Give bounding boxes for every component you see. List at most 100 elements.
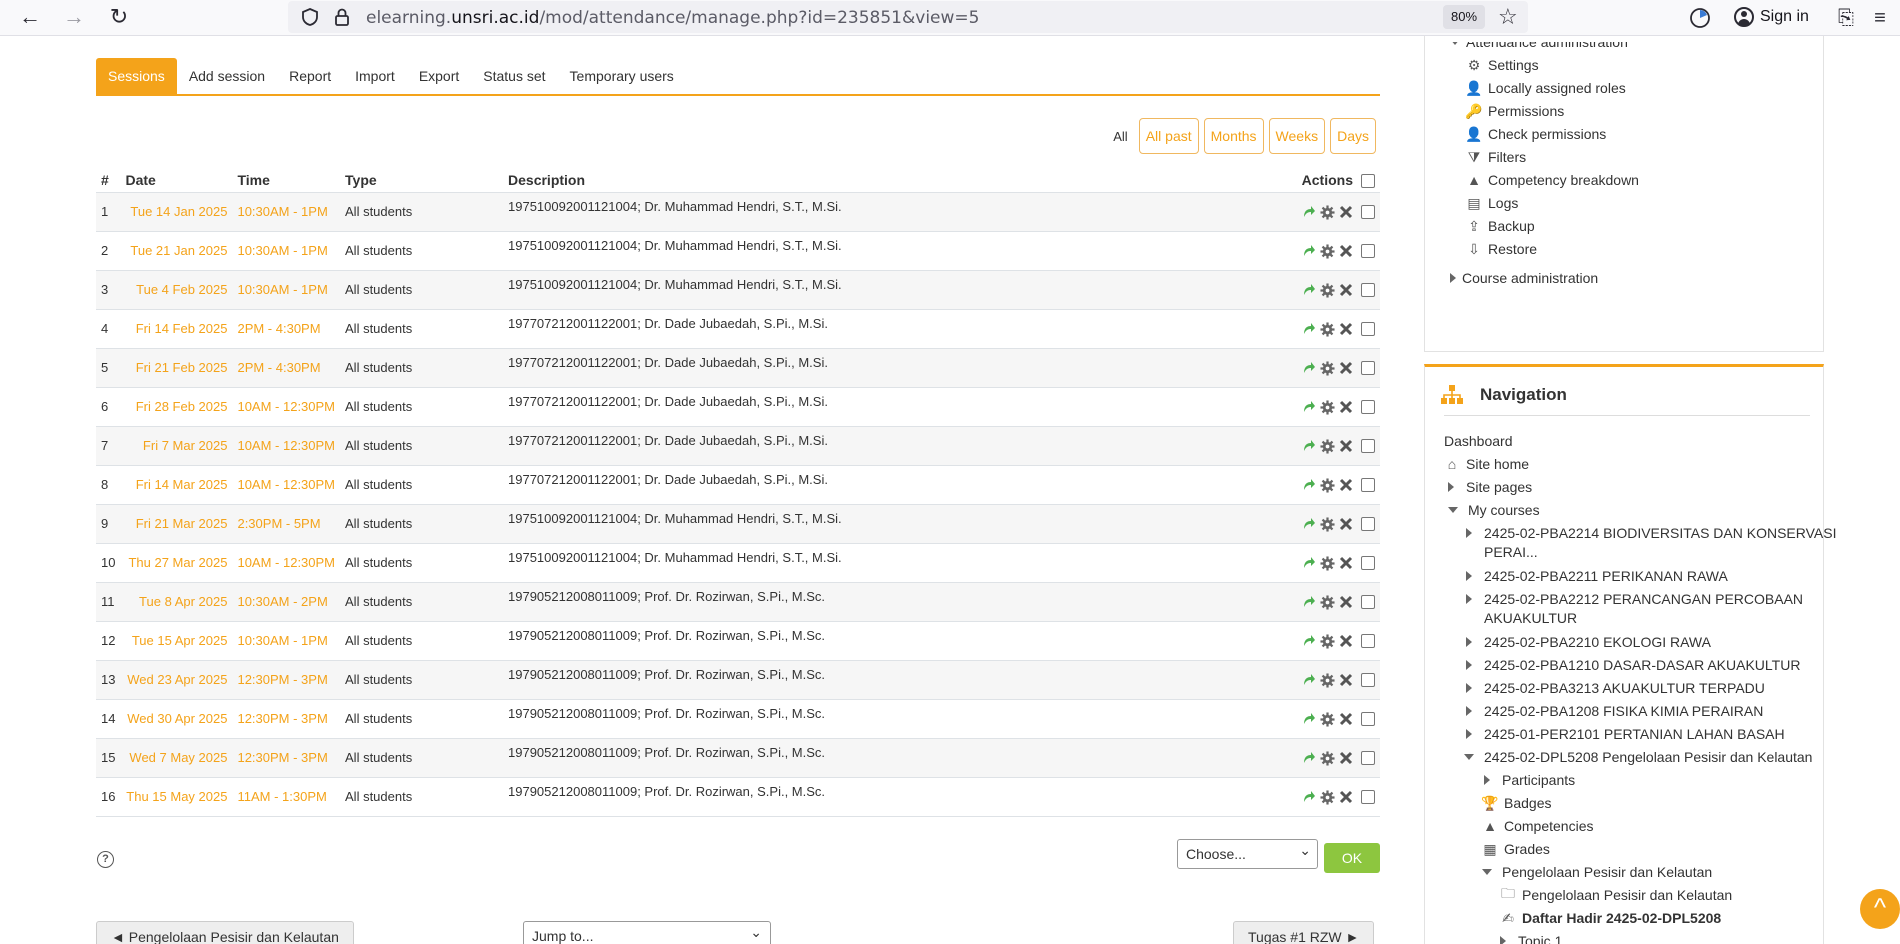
admin-item-restore[interactable]: ⇩ Restore xyxy=(1466,241,1537,258)
nav-course-item[interactable]: 2425-02-PBA2211 PERIKANAN RAWA xyxy=(1466,568,1728,584)
lock-icon[interactable] xyxy=(333,7,351,27)
badges-node[interactable]: 🏆 Badges xyxy=(1481,795,1551,812)
view-days-button[interactable]: Days xyxy=(1330,118,1376,154)
session-date-link[interactable]: Fri 7 Mar 2025 xyxy=(120,426,233,466)
gear-icon[interactable] xyxy=(1320,595,1335,610)
session-date-link[interactable]: Fri 14 Mar 2025 xyxy=(120,465,233,505)
delete-x-icon[interactable] xyxy=(1339,751,1353,765)
gear-icon[interactable] xyxy=(1320,751,1335,766)
session-checkbox[interactable] xyxy=(1361,244,1375,259)
nav-topic[interactable]: Topic 1 xyxy=(1500,933,1562,944)
gear-icon[interactable] xyxy=(1320,556,1335,571)
gear-icon[interactable] xyxy=(1320,361,1335,376)
session-time-link[interactable]: 12:30PM - 3PM xyxy=(232,660,341,700)
nav-section[interactable]: Pengelolaan Pesisir dan Kelautan xyxy=(1482,864,1712,880)
session-time-link[interactable]: 10:30AM - 1PM xyxy=(232,621,341,661)
sign-in-button[interactable]: Sign in xyxy=(1726,2,1819,32)
session-date-link[interactable]: Tue 4 Feb 2025 xyxy=(120,270,233,310)
scroll-to-top-button[interactable]: ^ xyxy=(1860,889,1900,929)
admin-item-filters[interactable]: ⧩ Filters xyxy=(1466,149,1526,166)
nav-course-item[interactable]: 2425-02-PBA2212 PERANCANGAN PERCOBAAN xyxy=(1466,591,1803,607)
take-attendance-icon[interactable] xyxy=(1302,361,1316,375)
session-date-link[interactable]: Fri 21 Feb 2025 xyxy=(120,348,233,388)
tab-status-set[interactable]: Status set xyxy=(471,58,557,94)
url-text[interactable]: elearning.unsri.ac.id/mod/attendance/man… xyxy=(366,8,979,28)
session-checkbox[interactable] xyxy=(1361,283,1375,298)
nav-section-item[interactable]: 🗀 Pengelolaan Pesisir dan Kelautan xyxy=(1500,885,1732,903)
session-date-link[interactable]: Tue 14 Jan 2025 xyxy=(120,192,233,232)
session-time-link[interactable]: 12:30PM - 3PM xyxy=(232,738,341,778)
delete-x-icon[interactable] xyxy=(1339,595,1353,609)
shield-icon[interactable] xyxy=(300,7,320,27)
session-date-link[interactable]: Wed 23 Apr 2025 xyxy=(120,660,233,700)
session-time-link[interactable]: 2:30PM - 5PM xyxy=(232,504,341,544)
session-date-link[interactable]: Fri 28 Feb 2025 xyxy=(120,387,233,427)
gear-icon[interactable] xyxy=(1320,517,1335,532)
zoom-indicator[interactable]: 80% xyxy=(1443,5,1486,29)
session-date-link[interactable]: Fri 14 Feb 2025 xyxy=(120,309,233,349)
delete-x-icon[interactable] xyxy=(1339,517,1353,531)
delete-x-icon[interactable] xyxy=(1339,439,1353,453)
view-all-past-button[interactable]: All past xyxy=(1138,118,1199,154)
take-attendance-icon[interactable] xyxy=(1302,595,1316,609)
session-checkbox[interactable] xyxy=(1361,517,1375,532)
session-date-link[interactable]: Wed 30 Apr 2025 xyxy=(120,699,233,739)
col-time[interactable]: Time xyxy=(232,168,341,193)
nav-course-item[interactable]: 2425-01-PER2101 PERTANIAN LAHAN BASAH xyxy=(1466,726,1785,742)
take-attendance-icon[interactable] xyxy=(1302,673,1316,687)
delete-x-icon[interactable] xyxy=(1339,790,1353,804)
take-attendance-icon[interactable] xyxy=(1302,400,1316,414)
session-time-link[interactable]: 11AM - 1:30PM xyxy=(232,777,341,817)
prev-activity-link[interactable]: ◄ Pengelolaan Pesisir dan Kelautan xyxy=(96,921,354,944)
session-checkbox[interactable] xyxy=(1361,478,1375,493)
grades-node[interactable]: ▦ Grades xyxy=(1482,841,1550,858)
reload-icon[interactable]: ↻ xyxy=(104,2,134,32)
take-attendance-icon[interactable] xyxy=(1302,205,1316,219)
delete-x-icon[interactable] xyxy=(1339,400,1353,414)
help-icon[interactable]: ? xyxy=(97,851,114,868)
admin-item-logs[interactable]: ▤ Logs xyxy=(1466,195,1518,212)
admin-item-permissions[interactable]: 🔑 Permissions xyxy=(1465,103,1564,120)
nav-site-pages[interactable]: Site pages xyxy=(1448,479,1532,495)
delete-x-icon[interactable] xyxy=(1339,634,1353,648)
session-checkbox[interactable] xyxy=(1361,400,1375,415)
gear-icon[interactable] xyxy=(1320,205,1335,220)
session-time-link[interactable]: 2PM - 4:30PM xyxy=(232,309,341,349)
take-attendance-icon[interactable] xyxy=(1302,556,1316,570)
tab-temporary-users[interactable]: Temporary users xyxy=(558,58,686,94)
take-attendance-icon[interactable] xyxy=(1302,244,1316,258)
tab-import[interactable]: Import xyxy=(343,58,407,94)
delete-x-icon[interactable] xyxy=(1339,244,1353,258)
delete-x-icon[interactable] xyxy=(1339,712,1353,726)
session-time-link[interactable]: 10AM - 12:30PM xyxy=(232,426,341,466)
gear-icon[interactable] xyxy=(1320,283,1335,298)
select-all-checkbox[interactable] xyxy=(1361,173,1375,188)
tab-sessions[interactable]: Sessions xyxy=(96,58,177,94)
take-attendance-icon[interactable] xyxy=(1302,790,1316,804)
gear-icon[interactable] xyxy=(1320,400,1335,415)
admin-item-check-permissions[interactable]: 👤 Check permissions xyxy=(1465,126,1606,143)
session-time-link[interactable]: 10:30AM - 1PM xyxy=(232,270,341,310)
session-time-link[interactable]: 10AM - 12:30PM xyxy=(232,387,341,427)
nav-course-item[interactable]: 2425-02-PBA1210 DASAR-DASAR AKUAKULTUR xyxy=(1466,657,1800,673)
session-date-link[interactable]: Thu 15 May 2025 xyxy=(120,777,233,817)
gear-icon[interactable] xyxy=(1320,478,1335,493)
gear-icon[interactable] xyxy=(1320,244,1335,259)
take-attendance-icon[interactable] xyxy=(1302,283,1316,297)
admin-item-settings[interactable]: ⚙ Settings xyxy=(1466,57,1539,74)
session-date-link[interactable]: Tue 15 Apr 2025 xyxy=(120,621,233,661)
jump-to-select[interactable]: Jump to... xyxy=(523,918,771,944)
gear-icon[interactable] xyxy=(1320,712,1335,727)
account-sync-icon[interactable] xyxy=(1686,4,1714,32)
session-time-link[interactable]: 10:30AM - 1PM xyxy=(232,192,341,232)
gear-icon[interactable] xyxy=(1320,322,1335,337)
take-attendance-icon[interactable] xyxy=(1302,712,1316,726)
session-time-link[interactable]: 10:30AM - 1PM xyxy=(232,231,341,271)
session-checkbox[interactable] xyxy=(1361,595,1375,610)
view-weeks-button[interactable]: Weeks xyxy=(1268,118,1326,154)
view-months-button[interactable]: Months xyxy=(1203,118,1264,154)
nav-section-item-active[interactable]: ✍ Daftar Hadir 2425-02-DPL5208 xyxy=(1500,910,1721,927)
nav-course-item[interactable]: 2425-02-PBA1208 FISIKA KIMIA PERAIRAN xyxy=(1466,703,1763,719)
tab-add-session[interactable]: Add session xyxy=(177,58,277,94)
delete-x-icon[interactable] xyxy=(1339,283,1353,297)
